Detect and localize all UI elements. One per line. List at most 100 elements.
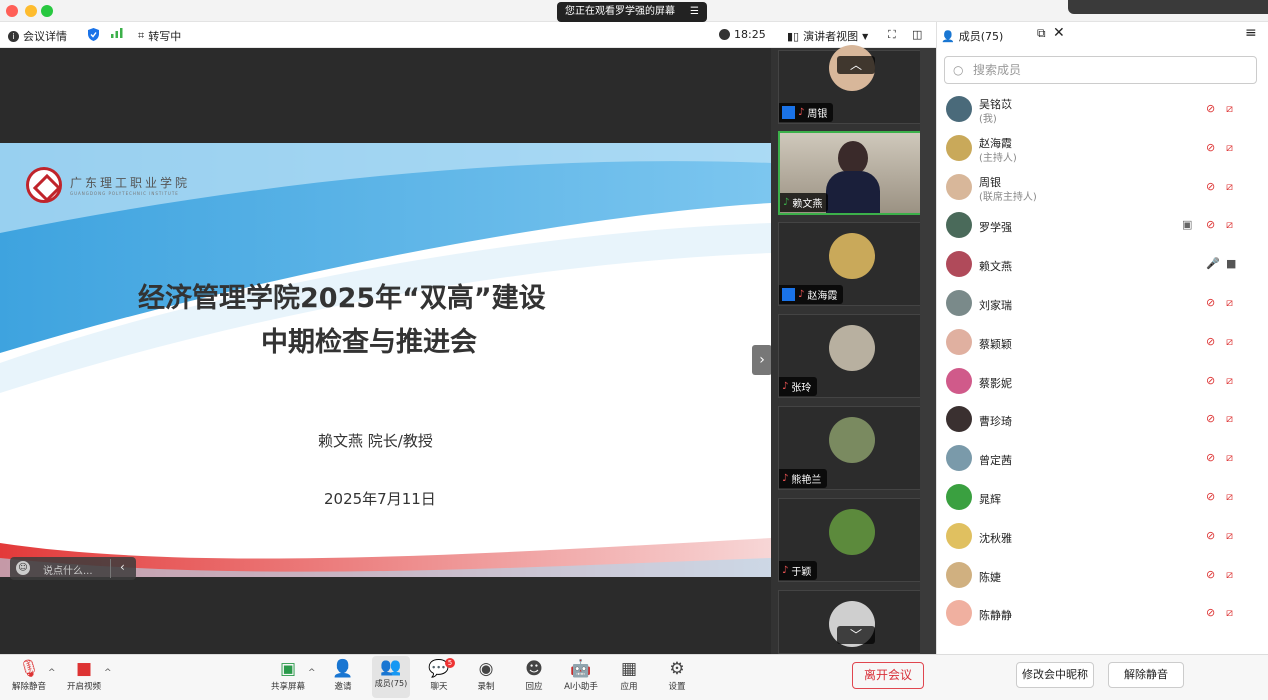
fullscreen-icon[interactable]: ⛶ bbox=[888, 28, 896, 42]
settings-button[interactable]: ⚙ 设置 bbox=[652, 658, 702, 692]
chevron-up-icon[interactable]: ︿ bbox=[837, 56, 875, 74]
record-button[interactable]: ◉ 录制 bbox=[461, 658, 511, 692]
school-logo: 广东理工职业学院 GUANGDONG POLYTECHNIC INSTITUTE bbox=[26, 167, 190, 203]
mic-on-icon[interactable]: 🎤 bbox=[1206, 257, 1220, 270]
collapse-chat-icon[interactable]: ‹ bbox=[120, 560, 125, 574]
search-placeholder: 搜索成员 bbox=[973, 63, 1022, 77]
mic-off-icon[interactable]: ⊘ bbox=[1206, 529, 1215, 542]
mic-off-icon[interactable]: ⊘ bbox=[1206, 296, 1215, 309]
share-screen-button[interactable]: ▣ 共享屏幕 bbox=[263, 658, 313, 692]
camera-off-icon[interactable]: ⧄ bbox=[1226, 218, 1233, 232]
leave-meeting-button[interactable]: 离开会议 bbox=[852, 662, 924, 689]
video-tile[interactable]: ♪ 赵海霞 bbox=[778, 222, 929, 306]
member-row[interactable]: 曹珍琦 ⊘ ⧄ bbox=[944, 400, 1262, 438]
close-icon[interactable]: ✕ bbox=[1053, 25, 1065, 41]
mic-off-icon[interactable]: ⊘ bbox=[1206, 141, 1215, 154]
camera-off-icon[interactable]: ⧄ bbox=[1226, 529, 1233, 543]
reaction-button[interactable]: ☻ 回应 bbox=[509, 658, 559, 692]
camera-off-icon[interactable]: ⧄ bbox=[1226, 568, 1233, 582]
transcribing-label: 转写中 bbox=[148, 30, 182, 43]
chevron-right-icon[interactable]: › bbox=[752, 345, 772, 375]
mic-off-icon[interactable]: ⊘ bbox=[1206, 102, 1215, 115]
member-row[interactable]: 沈秋雅 ⊘ ⧄ bbox=[944, 517, 1262, 555]
start-video-button[interactable]: ■ 开启视频 bbox=[59, 658, 109, 692]
member-row[interactable]: 蔡颖颖 ⊘ ⧄ bbox=[944, 323, 1262, 361]
rename-button[interactable]: 修改会中昵称 bbox=[1016, 662, 1094, 688]
tile-name: 熊艳兰 bbox=[791, 475, 822, 486]
camera-off-icon[interactable]: ⧄ bbox=[1226, 490, 1233, 504]
member-row[interactable]: 蔡影妮 ⊘ ⧄ bbox=[944, 362, 1262, 400]
mic-off-icon: 🎙 bbox=[18, 659, 40, 679]
view-switch-button[interactable]: ▮▯ 演讲者视图 ▼ bbox=[787, 28, 868, 44]
panel-title: 成员(75) bbox=[958, 30, 1004, 43]
video-tile[interactable]: ♪ 张玲 bbox=[778, 314, 929, 398]
member-row[interactable]: 陈静静 ⊘ ⧄ bbox=[944, 594, 1262, 632]
close-window-button[interactable] bbox=[6, 5, 18, 17]
camera-on-icon[interactable]: ■ bbox=[1226, 257, 1236, 270]
member-row[interactable]: 曾定茜 ⊘ ⧄ bbox=[944, 439, 1262, 477]
record-label: 录制 bbox=[477, 682, 495, 692]
mic-off-icon[interactable]: ⊘ bbox=[1206, 568, 1215, 581]
mic-off-icon[interactable]: ⊘ bbox=[1206, 180, 1215, 193]
camera-off-icon[interactable]: ⧄ bbox=[1226, 412, 1233, 426]
video-tile[interactable]: ♪ 熊艳兰 bbox=[778, 406, 929, 490]
mic-off-icon[interactable]: ⊘ bbox=[1206, 412, 1215, 425]
chat-button[interactable]: 💬 聊天 bbox=[414, 658, 464, 692]
clock-icon bbox=[719, 29, 730, 40]
minimize-window-button[interactable] bbox=[25, 5, 37, 17]
security-shield-icon[interactable] bbox=[88, 28, 99, 41]
popout-icon[interactable]: ⧉ bbox=[1037, 26, 1046, 41]
invite-button[interactable]: 👤 邀请 bbox=[318, 658, 368, 692]
member-name: 罗学强 bbox=[979, 221, 1012, 235]
member-row[interactable]: 陈婕 ⊘ ⧄ bbox=[944, 556, 1262, 594]
menu-icon[interactable]: ☰ bbox=[690, 2, 699, 22]
share-options-chevron-icon[interactable]: ^ bbox=[308, 668, 316, 678]
screen-share-banner[interactable]: 您正在观看罗学强的屏幕 ☰ bbox=[557, 2, 707, 22]
camera-off-icon[interactable]: ⧄ bbox=[1226, 374, 1233, 388]
panel-unmute-button[interactable]: 解除静音 bbox=[1108, 662, 1184, 688]
video-tile[interactable]: ♪ 于颖 bbox=[778, 498, 929, 582]
mic-off-icon[interactable]: ⊘ bbox=[1206, 606, 1215, 619]
member-row[interactable]: 周银 (联席主持人) ⊘ ⧄ bbox=[944, 168, 1262, 206]
video-tile[interactable]: ♪ 赖文燕 bbox=[778, 131, 929, 215]
transcribing-indicator[interactable]: ⌗ 转写中 bbox=[138, 28, 181, 44]
strip-scrollbar[interactable] bbox=[920, 48, 936, 654]
camera-off-icon[interactable]: ⧄ bbox=[1226, 606, 1233, 620]
mic-off-icon[interactable]: ⊘ bbox=[1206, 374, 1215, 387]
meeting-info-button[interactable]: i 会议详情 bbox=[8, 28, 67, 44]
zoom-window-button[interactable] bbox=[41, 5, 53, 17]
member-row[interactable]: 吴铭苡 (我) ⊘ ⧄ bbox=[944, 90, 1262, 128]
quick-chat-input[interactable]: ☺ 说点什么... ‹ bbox=[10, 557, 136, 580]
members-button[interactable]: 👥 成员(75) bbox=[372, 656, 410, 698]
mic-off-icon[interactable]: ⊘ bbox=[1206, 490, 1215, 503]
mic-off-icon[interactable]: ⊘ bbox=[1206, 335, 1215, 348]
camera-off-icon[interactable]: ⧄ bbox=[1226, 451, 1233, 465]
camera-off-icon[interactable]: ⧄ bbox=[1226, 335, 1233, 349]
camera-off-icon[interactable]: ⧄ bbox=[1226, 296, 1233, 310]
member-row[interactable]: 罗学强 ▣ ⊘ ⧄ bbox=[944, 206, 1262, 244]
emoji-icon[interactable]: ☺ bbox=[16, 561, 30, 575]
camera-off-icon[interactable]: ⧄ bbox=[1226, 141, 1233, 155]
camera-off-icon[interactable]: ⧄ bbox=[1226, 180, 1233, 194]
mic-off-icon[interactable]: ⊘ bbox=[1206, 451, 1215, 464]
react-label: 回应 bbox=[525, 682, 543, 692]
mic-off-icon[interactable]: ⊘ bbox=[1206, 218, 1215, 231]
tile-name: 张玲 bbox=[791, 383, 812, 394]
sidebar-toggle-icon[interactable]: ◫ bbox=[912, 28, 922, 41]
camera-off-icon[interactable]: ⧄ bbox=[1226, 102, 1233, 116]
unmute-button[interactable]: 🎙 解除静音 bbox=[4, 658, 54, 692]
chevron-down-icon[interactable]: ﹀ bbox=[837, 626, 875, 644]
audio-options-chevron-icon[interactable]: ^ bbox=[48, 668, 56, 678]
signal-icon[interactable] bbox=[111, 28, 123, 38]
member-search-input[interactable]: ○ 搜索成员 bbox=[944, 56, 1257, 84]
member-name: 晁辉 bbox=[979, 493, 1001, 506]
member-row[interactable]: 刘家瑞 ⊘ ⧄ bbox=[944, 284, 1262, 322]
member-row[interactable]: 晁辉 ⊘ ⧄ bbox=[944, 478, 1262, 516]
video-options-chevron-icon[interactable]: ^ bbox=[104, 668, 112, 678]
ai-assistant-button[interactable]: 🤖 AI小助手 bbox=[556, 658, 606, 692]
video-tile[interactable] bbox=[778, 590, 929, 654]
member-row[interactable]: 赖文燕 🎤 ■ bbox=[944, 245, 1262, 283]
apps-button[interactable]: ▦ 应用 bbox=[604, 658, 654, 692]
hamburger-menu-icon[interactable]: ≡ bbox=[1245, 25, 1257, 41]
member-row[interactable]: 赵海霞 (主持人) ⊘ ⧄ bbox=[944, 129, 1262, 167]
